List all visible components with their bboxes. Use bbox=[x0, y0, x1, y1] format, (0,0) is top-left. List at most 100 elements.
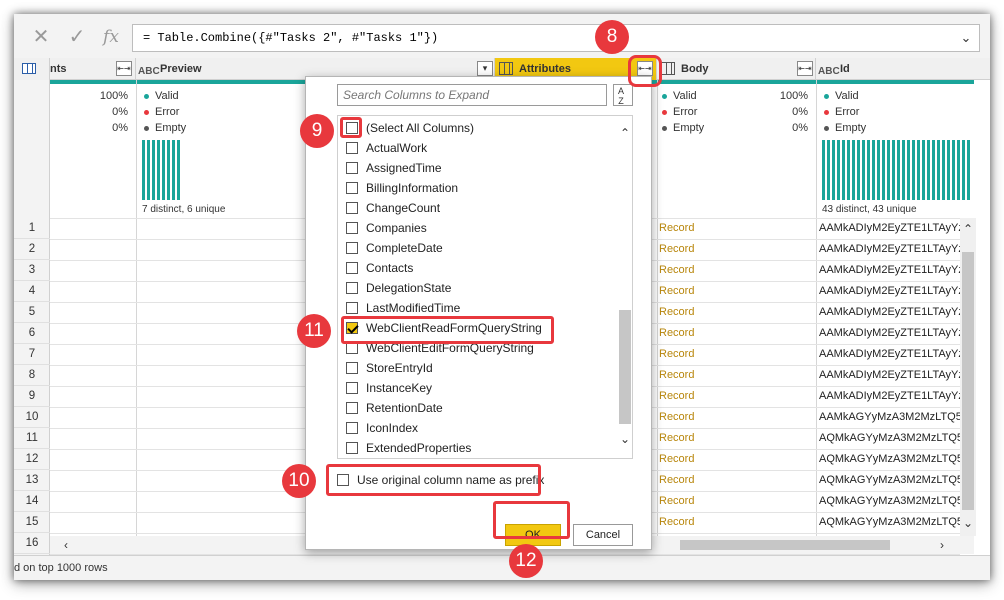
table-cell-id[interactable]: AQMkAGYyMzA3M2MzLTQ5N bbox=[819, 428, 961, 449]
table-cell-id[interactable]: AAMkADIyM2EyZTE1LTAyYzM bbox=[819, 365, 961, 386]
table-type-icon[interactable] bbox=[661, 62, 675, 75]
table-cell-record[interactable]: Record bbox=[659, 512, 694, 533]
table-cell-id[interactable]: AAMkADIyM2EyZTE1LTAyYzM bbox=[819, 260, 961, 281]
checkbox[interactable] bbox=[346, 162, 358, 174]
chevron-down-icon[interactable]: ⌄ bbox=[956, 28, 976, 48]
checklist-item[interactable]: CompleteDate bbox=[346, 238, 443, 258]
table-cell-record[interactable]: Record bbox=[659, 344, 694, 365]
checklist-item[interactable]: IconIndex bbox=[346, 418, 418, 438]
cancel-button[interactable]: Cancel bbox=[573, 524, 633, 546]
scroll-up-icon[interactable]: ⌃ bbox=[618, 126, 632, 140]
table-cell-record[interactable]: Record bbox=[659, 470, 694, 491]
column-header-id[interactable]: ABC Id bbox=[816, 58, 990, 80]
scrollbar-thumb[interactable] bbox=[962, 252, 974, 510]
checkbox[interactable] bbox=[346, 402, 358, 414]
checklist-item[interactable]: AssignedTime bbox=[346, 158, 442, 178]
checkbox[interactable] bbox=[346, 202, 358, 214]
checklist-item[interactable]: InstanceKey bbox=[346, 378, 432, 398]
checkbox[interactable] bbox=[346, 422, 358, 434]
scroll-right-icon[interactable]: › bbox=[940, 538, 944, 552]
row-number: 15 bbox=[14, 512, 50, 533]
filter-dropdown-icon[interactable]: ▾ bbox=[477, 61, 493, 76]
checklist-item[interactable]: ChangeCount bbox=[346, 198, 440, 218]
checkbox[interactable] bbox=[346, 142, 358, 154]
checklist-item[interactable]: Contacts bbox=[346, 258, 413, 278]
checklist-item[interactable]: ActualWork bbox=[346, 138, 427, 158]
table-cell-record[interactable]: Record bbox=[659, 323, 694, 344]
callout-highlight-prefix bbox=[326, 464, 541, 496]
column-name: Id bbox=[840, 63, 850, 75]
table-cell-id[interactable]: AQMkAGYyMzA3M2MzLTQ5N bbox=[819, 512, 961, 533]
table-cell-id[interactable]: AAMkADIyM2EyZTE1LTAyYzM bbox=[819, 386, 961, 407]
checklist-item-label: ExtendedProperties bbox=[366, 441, 472, 455]
checkbox[interactable] bbox=[346, 302, 358, 314]
checkbox[interactable] bbox=[346, 282, 358, 294]
checkbox[interactable] bbox=[346, 222, 358, 234]
fx-label[interactable]: fx bbox=[98, 24, 124, 50]
scroll-up-icon[interactable]: ⌃ bbox=[960, 222, 976, 236]
search-input[interactable]: Search Columns to Expand bbox=[337, 84, 607, 106]
checklist-item[interactable]: ExtendedProperties bbox=[346, 438, 471, 458]
table-cell-id[interactable]: AQMkAGYyMzA3M2MzLTQ5N bbox=[819, 491, 961, 512]
checkbox[interactable] bbox=[346, 262, 358, 274]
table-cell-record[interactable]: Record bbox=[659, 281, 694, 302]
table-cell-record[interactable]: Record bbox=[659, 407, 694, 428]
table-type-icon[interactable] bbox=[499, 62, 513, 75]
table-cell-record[interactable]: Record bbox=[659, 428, 694, 449]
table-menu-icon[interactable] bbox=[14, 58, 50, 80]
checklist-item-label: RetentionDate bbox=[366, 401, 443, 415]
row-number: 11 bbox=[14, 428, 50, 449]
valid-label: Valid bbox=[155, 90, 179, 102]
table-cell-id[interactable]: AQMkAGYyMzA3M2MzLTQ5N bbox=[819, 449, 961, 470]
checklist-item[interactable]: DelegationState bbox=[346, 278, 451, 298]
checkbox[interactable] bbox=[346, 382, 358, 394]
scrollbar-thumb[interactable] bbox=[680, 540, 890, 550]
scrollbar-thumb[interactable] bbox=[619, 310, 631, 424]
checklist-item[interactable]: StoreEntryId bbox=[346, 358, 433, 378]
profile-first-col: 100% 0% 0% bbox=[80, 88, 128, 136]
valid-dot-icon bbox=[144, 93, 149, 99]
table-cell-id[interactable]: AAMkADIyM2EyZTE1LTAyYzM bbox=[819, 302, 961, 323]
row-number: 2 bbox=[14, 239, 50, 260]
expand-icon[interactable]: ⇤⇥ bbox=[116, 61, 132, 76]
close-icon[interactable]: ✕ bbox=[28, 24, 54, 50]
scroll-down-icon[interactable]: ⌄ bbox=[960, 516, 976, 530]
table-cell-record[interactable]: Record bbox=[659, 239, 694, 260]
checklist-item[interactable]: LastModifiedTime bbox=[346, 298, 460, 318]
scroll-down-icon[interactable]: ⌄ bbox=[618, 432, 632, 446]
table-cell-record[interactable]: Record bbox=[659, 365, 694, 386]
checklist-item[interactable]: BillingInformation bbox=[346, 178, 458, 198]
expand-icon[interactable]: ⇤⇥ bbox=[797, 61, 813, 76]
checkbox[interactable] bbox=[346, 442, 358, 454]
checklist-item[interactable]: Companies bbox=[346, 218, 427, 238]
row-number: 6 bbox=[14, 323, 50, 344]
formula-input[interactable]: = Table.Combine({#"Tasks 2", #"Tasks 1"}… bbox=[132, 24, 980, 52]
row-number: 9 bbox=[14, 386, 50, 407]
checklist-item[interactable]: RetentionDate bbox=[346, 398, 443, 418]
column-name: nts bbox=[50, 63, 67, 75]
list-scrollbar[interactable]: ⌃ ⌄ bbox=[618, 116, 632, 458]
checkbox[interactable] bbox=[346, 242, 358, 254]
table-cell-id[interactable]: AAMkAGYyMzA3M2MzLTQ5N bbox=[819, 407, 961, 428]
checkmark-icon[interactable]: ✓ bbox=[64, 24, 90, 50]
sort-az-icon[interactable]: A Z bbox=[613, 84, 633, 106]
table-cell-id[interactable]: AQMkAGYyMzA3M2MzLTQ5N bbox=[819, 470, 961, 491]
table-cell-record[interactable]: Record bbox=[659, 386, 694, 407]
column-header-body[interactable]: Body ⇤⇥ bbox=[657, 58, 816, 80]
table-cell-id[interactable]: AAMkADIyM2EyZTE1LTAyYzM bbox=[819, 281, 961, 302]
table-cell-id[interactable]: AAMkADIyM2EyZTE1LTAyYzM bbox=[819, 218, 961, 239]
column-header-nts[interactable]: nts ⇤⇥ bbox=[50, 58, 136, 80]
table-cell-id[interactable]: AAMkADIyM2EyZTE1LTAyYzM bbox=[819, 344, 961, 365]
checkbox[interactable] bbox=[346, 182, 358, 194]
table-cell-record[interactable]: Record bbox=[659, 260, 694, 281]
table-cell-record[interactable]: Record bbox=[659, 491, 694, 512]
scroll-left-icon[interactable]: ‹ bbox=[64, 538, 68, 552]
table-cell-record[interactable]: Record bbox=[659, 449, 694, 470]
checklist-item[interactable]: (Select All Columns) bbox=[346, 118, 474, 138]
checkbox[interactable] bbox=[346, 362, 358, 374]
table-cell-id[interactable]: AAMkADIyM2EyZTE1LTAyYzM bbox=[819, 239, 961, 260]
table-cell-id[interactable]: AAMkADIyM2EyZTE1LTAyYzM bbox=[819, 323, 961, 344]
table-cell-record[interactable]: Record bbox=[659, 218, 694, 239]
vertical-scrollbar[interactable]: ⌃ ⌄ bbox=[960, 218, 976, 536]
table-cell-record[interactable]: Record bbox=[659, 302, 694, 323]
